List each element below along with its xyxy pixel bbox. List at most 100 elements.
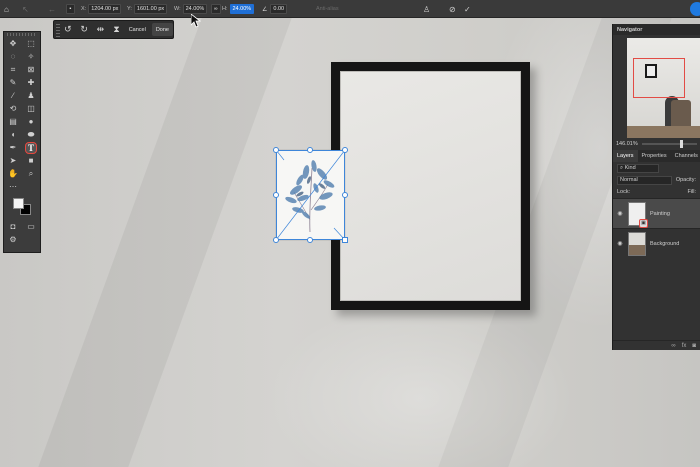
user-avatar[interactable] <box>690 2 700 16</box>
fx-icon[interactable]: fx <box>682 343 687 349</box>
gradient-tool-icon[interactable]: ▤ <box>7 116 19 128</box>
frame-tool-icon[interactable]: ⊠ <box>25 64 37 76</box>
pen-tool-icon[interactable]: ✒ <box>7 142 19 154</box>
transform-handle-bottom-left[interactable] <box>273 237 279 243</box>
rotate-left-icon[interactable]: ↺ <box>60 21 76 38</box>
warp-icon[interactable]: ♙ <box>423 0 430 18</box>
history-brush-icon[interactable]: ⟲ <box>7 103 19 115</box>
transform-handle-left[interactable] <box>273 192 279 198</box>
move-tool-icon[interactable]: ✥ <box>7 38 19 50</box>
options-bar: ⌂ ↖ ← ▪ X: 1204.00 px Y: 1601.00 px W: 2… <box>0 0 700 18</box>
healing-brush-icon[interactable]: ✚ <box>25 77 37 89</box>
link-proportions-icon[interactable]: ∞ <box>211 0 221 18</box>
eyedropper-icon[interactable]: ✎ <box>7 77 19 89</box>
nav-floor-preview <box>627 126 700 138</box>
layer-thumbnail <box>628 231 646 256</box>
zoom-level[interactable]: 146.01% <box>616 141 638 147</box>
layer-thumbnail: ▣ <box>628 201 648 228</box>
width-field[interactable]: 24.00% <box>182 4 208 14</box>
transform-handle-top[interactable] <box>307 147 313 153</box>
rotation-field[interactable]: 0.00 <box>270 4 288 14</box>
foreground-color-swatch[interactable] <box>13 198 24 209</box>
blur-tool-icon[interactable]: ● <box>25 116 37 128</box>
lock-label: Lock: <box>617 189 631 195</box>
visibility-eye-icon[interactable]: ◉ <box>616 240 624 247</box>
type-tool-icon[interactable]: T <box>25 141 37 154</box>
eraser-icon[interactable]: ◫ <box>25 103 37 115</box>
height-label: H: <box>222 6 228 12</box>
link-icon[interactable]: ∞ <box>671 343 675 349</box>
navigator-view-box[interactable] <box>633 58 685 98</box>
wall-frame <box>331 62 530 310</box>
empty-slot <box>25 234 37 246</box>
marquee-tool-icon[interactable]: ⬚ <box>25 38 37 50</box>
back-arrow-icon[interactable]: ← <box>48 0 56 18</box>
kind-filter-label: Kind <box>624 165 636 171</box>
height-field[interactable]: 24.00% <box>229 4 255 14</box>
flip-horizontal-icon[interactable]: ⇹ <box>92 21 108 38</box>
color-swatches[interactable] <box>4 196 40 218</box>
more-tools-icon[interactable]: ⋯ <box>7 181 19 193</box>
visibility-eye-icon[interactable]: ◉ <box>616 210 624 217</box>
move-tool-preset-icon[interactable]: ↖ <box>22 0 29 18</box>
x-label: X: <box>81 6 87 12</box>
wall-shadow <box>38 18 292 467</box>
commit-transform-icon[interactable]: ✓ <box>464 0 471 18</box>
layer-row-background[interactable]: ◉ Background <box>613 228 700 258</box>
magic-wand-icon[interactable]: ✧ <box>25 51 37 63</box>
navigator-thumbnail[interactable] <box>627 38 700 138</box>
screen-mode-icon[interactable]: ▭ <box>25 221 37 233</box>
rotate-right-icon[interactable]: ↻ <box>76 21 92 38</box>
tab-channels[interactable]: Channels <box>671 150 700 162</box>
transform-diagonals <box>276 150 345 240</box>
width-label: W: <box>174 6 181 12</box>
blend-mode-select[interactable]: Normal <box>617 175 672 185</box>
dodge-tool-icon[interactable]: ◖ <box>7 129 19 141</box>
frame-mat <box>340 71 521 301</box>
x-position-group: X: 1204.00 px <box>81 0 122 18</box>
done-button[interactable]: Done <box>151 23 173 36</box>
zoom-slider-knob[interactable] <box>680 140 684 148</box>
crop-tool-icon[interactable]: ⌗ <box>7 64 19 76</box>
layers-footer: ∞ fx ◙ <box>613 340 700 350</box>
edit-toolbar-icon[interactable]: ⚙ <box>7 234 19 246</box>
mask-icon[interactable]: ◙ <box>692 343 696 349</box>
rectangle-tool-icon[interactable]: ■ <box>25 155 37 167</box>
tab-layers[interactable]: Layers <box>613 150 638 162</box>
mouse-cursor-icon <box>191 14 201 28</box>
layer-name[interactable]: Background <box>650 241 679 247</box>
y-position-field[interactable]: 1601.00 px <box>133 4 168 14</box>
rotation-group: ∠ 0.00 <box>262 0 288 18</box>
quick-mask-icon[interactable]: ◘ <box>7 221 19 233</box>
transform-handle-bottom[interactable] <box>307 237 313 243</box>
transform-handle-top-left[interactable] <box>273 147 279 153</box>
layer-kind-filter[interactable]: ⌕ Kind <box>617 163 659 173</box>
transform-handle-top-right[interactable] <box>342 147 348 153</box>
y-label: Y: <box>127 6 132 12</box>
search-icon: ⌕ <box>620 164 624 171</box>
transform-handle-bottom-right[interactable] <box>342 237 348 243</box>
zoom-tool-icon[interactable]: ⌕ <box>25 168 37 180</box>
cancel-button[interactable]: Cancel <box>125 23 150 36</box>
anti-alias-label[interactable]: Anti-alias <box>316 0 339 18</box>
navigator-tab[interactable]: Navigator <box>613 24 700 35</box>
home-icon[interactable]: ⌂ <box>4 0 9 18</box>
path-selection-icon[interactable]: ➤ <box>7 155 19 167</box>
x-position-field[interactable]: 1204.00 px <box>88 4 122 14</box>
cancel-transform-icon[interactable]: ⊘ <box>449 0 456 18</box>
flip-vertical-icon[interactable]: ⧗ <box>108 21 124 38</box>
layer-filter-row: ⌕ Kind <box>613 162 700 174</box>
tools-grip[interactable] <box>7 33 37 36</box>
brush-tool-icon[interactable]: ∕ <box>7 90 19 102</box>
clone-stamp-icon[interactable]: ♟ <box>25 90 37 102</box>
lasso-tool-icon[interactable]: ◌ <box>7 51 19 63</box>
zoom-slider[interactable] <box>641 140 697 148</box>
layer-name[interactable]: Painting <box>650 211 670 217</box>
layer-row-painting[interactable]: ◉ ▣ Painting <box>613 198 700 228</box>
sponge-tool-icon[interactable]: ⬬ <box>25 129 37 141</box>
transform-handle-right[interactable] <box>342 192 348 198</box>
reference-point-toggle[interactable]: ▪ <box>66 0 75 18</box>
hand-tool-icon[interactable]: ✋ <box>7 168 19 180</box>
empty-slot <box>25 181 37 193</box>
tab-properties[interactable]: Properties <box>638 150 671 162</box>
